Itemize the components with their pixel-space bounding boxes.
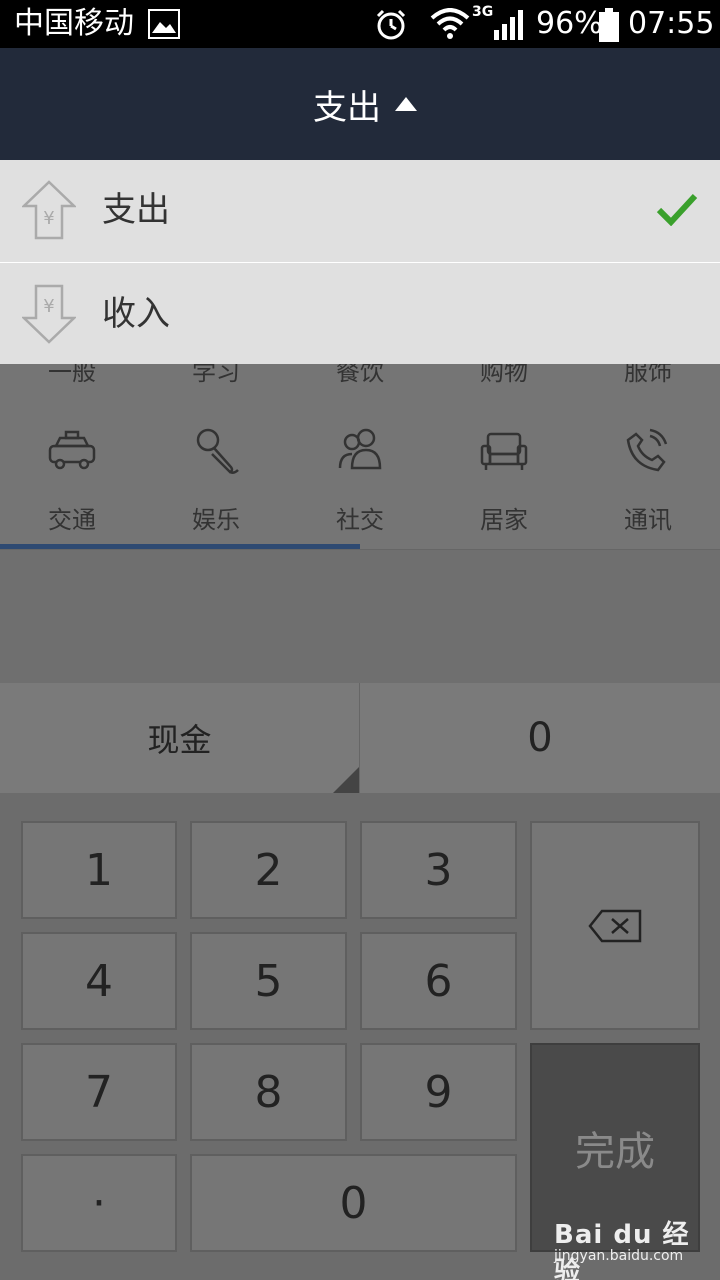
category-grid: 一般 学习 餐饮 购物 服饰 交通 娱乐 社交 居家 通讯 — [0, 364, 720, 550]
sofa-icon — [480, 432, 528, 470]
account-amount-row: 现金 0 — [0, 683, 720, 793]
category-item-social[interactable]: 社交 — [288, 424, 432, 544]
backspace-button[interactable] — [530, 821, 700, 1030]
carrier-name: 中国移动 — [14, 6, 134, 41]
category-label[interactable]: 服饰 — [576, 364, 720, 387]
car-icon — [48, 430, 96, 470]
account-label: 现金 — [147, 721, 212, 759]
category-item-telecom[interactable]: 通讯 — [576, 424, 720, 544]
note-area[interactable] — [0, 550, 720, 683]
alarm-icon — [374, 8, 408, 46]
caret-up-icon — [395, 97, 417, 111]
category-label: 居家 — [480, 506, 528, 534]
key-decimal[interactable]: · — [21, 1154, 177, 1252]
category-row-partial: 一般 学习 餐饮 购物 服饰 — [0, 364, 720, 388]
signal-icon — [494, 8, 526, 44]
people-icon — [338, 428, 382, 470]
svg-text:¥: ¥ — [43, 296, 54, 317]
type-dropdown-menu: ¥ 支出 ¥ 收入 — [0, 160, 720, 364]
key-3[interactable]: 3 — [360, 821, 517, 919]
category-label[interactable]: 学习 — [144, 364, 288, 387]
battery-icon — [598, 8, 620, 46]
page-title: 支出 — [313, 87, 381, 128]
key-8[interactable]: 8 — [190, 1043, 347, 1141]
microphone-icon — [196, 428, 239, 474]
backspace-icon — [588, 909, 642, 942]
amount-value: 0 — [527, 715, 553, 761]
clock-time: 07:55 — [628, 6, 715, 41]
income-arrow-down-icon: ¥ — [22, 284, 76, 344]
dropdown-item-label: 收入 — [102, 294, 170, 334]
category-item-traffic[interactable]: 交通 — [0, 424, 144, 544]
key-5[interactable]: 5 — [190, 932, 347, 1030]
category-label: 娱乐 — [192, 506, 240, 534]
svg-text:¥: ¥ — [43, 208, 54, 229]
status-bar: 中国移动 3G 96% 07:55 — [0, 0, 720, 48]
key-6[interactable]: 6 — [360, 932, 517, 1030]
dropdown-item-label: 支出 — [102, 190, 170, 230]
dropdown-item-income[interactable]: ¥ 收入 — [0, 264, 720, 364]
baidu-jingyan-watermark: Bai du 经验 jingyan.baidu.com — [554, 1200, 704, 1280]
watermark-url: jingyan.baidu.com — [554, 1248, 684, 1264]
category-label: 通讯 — [624, 506, 672, 534]
expense-arrow-up-icon: ¥ — [22, 180, 76, 240]
key-1[interactable]: 1 — [21, 821, 177, 919]
key-4[interactable]: 4 — [21, 932, 177, 1030]
wifi-icon — [430, 8, 470, 44]
battery-percent: 96% — [536, 6, 603, 41]
watermark-logo: Bai du 经验 — [554, 1220, 690, 1280]
category-label: 社交 — [336, 506, 384, 534]
key-9[interactable]: 9 — [360, 1043, 517, 1141]
category-label[interactable]: 一般 — [0, 364, 144, 387]
image-notification-icon — [148, 9, 180, 39]
account-selector[interactable]: 现金 — [0, 683, 359, 793]
category-label[interactable]: 餐饮 — [288, 364, 432, 387]
dropdown-corner-icon — [333, 767, 359, 793]
category-item-home[interactable]: 居家 — [432, 424, 576, 544]
category-label[interactable]: 购物 — [432, 364, 576, 387]
key-2[interactable]: 2 — [190, 821, 347, 919]
type-switch-button[interactable]: 支出 — [300, 76, 430, 132]
checkmark-icon — [656, 193, 698, 226]
title-bar: 支出 — [0, 48, 720, 160]
key-0[interactable]: 0 — [190, 1154, 517, 1252]
network-type: 3G — [472, 4, 494, 20]
key-7[interactable]: 7 — [21, 1043, 177, 1141]
category-label: 交通 — [48, 506, 96, 534]
phone-icon — [626, 428, 668, 472]
amount-display: 0 — [360, 683, 720, 793]
dropdown-item-expense[interactable]: ¥ 支出 — [0, 160, 720, 263]
category-item-entertainment[interactable]: 娱乐 — [144, 424, 288, 544]
